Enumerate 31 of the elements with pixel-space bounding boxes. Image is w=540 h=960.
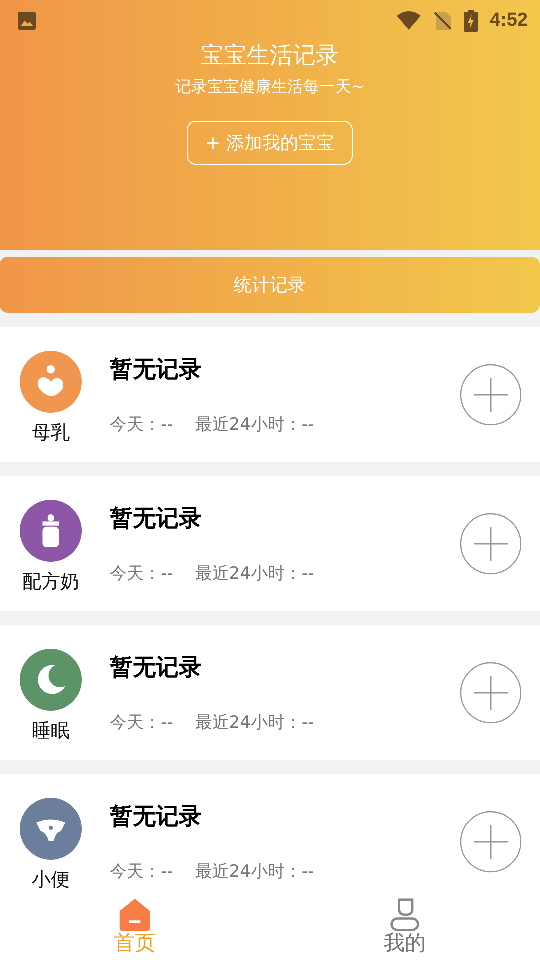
today-count: 今天：--	[110, 414, 174, 436]
add-icon[interactable]	[460, 364, 522, 426]
add-icon[interactable]	[460, 512, 522, 574]
battery-icon	[464, 10, 478, 32]
today-count: 今天：--	[110, 712, 174, 734]
record-name: 母乳	[32, 423, 70, 444]
record-status: 暂无记录	[110, 356, 203, 384]
add-baby-button[interactable]: + 添加我的宝宝	[186, 121, 354, 165]
record-name: 睡眠	[32, 721, 70, 742]
today-count: 今天：--	[110, 860, 174, 882]
last-24h-count: 最近24小时：--	[195, 712, 314, 734]
app-title: 宝宝生活记录	[201, 42, 339, 71]
home-tab[interactable]: 首页	[0, 898, 270, 960]
app-subtitle: 记录宝宝健康生活每一天~	[175, 77, 365, 98]
today-count: 今天：--	[110, 562, 174, 584]
record-status: 暂无记录	[110, 504, 203, 534]
add-icon[interactable]	[460, 810, 522, 872]
record-name: 配方奶	[22, 572, 80, 593]
last-24h-count: 最近24小时：--	[195, 562, 314, 584]
status-time: 4:52	[490, 10, 528, 32]
image-icon	[17, 11, 37, 31]
record-name: 小便	[32, 870, 70, 891]
last-24h-count: 最近24小时：--	[195, 414, 314, 436]
profile-tab[interactable]: 我的	[270, 898, 540, 960]
record-status: 暂无记录	[110, 802, 203, 832]
wifi-icon	[396, 11, 422, 31]
statistics-button[interactable]: 统计记录	[0, 257, 540, 313]
last-24h-count: 最近24小时：--	[195, 860, 314, 882]
add-icon[interactable]	[460, 662, 522, 724]
record-status: 暂无记录	[110, 654, 203, 682]
no-sim-icon	[434, 11, 452, 31]
